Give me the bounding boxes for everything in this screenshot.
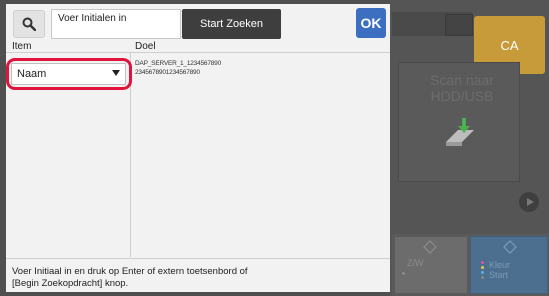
doel-value: DAP_SERVER_1_1234567890 2345678901234567… xyxy=(135,59,221,77)
initials-input[interactable]: Voer Initialen in xyxy=(51,9,181,39)
play-icon xyxy=(527,198,534,206)
search-button[interactable] xyxy=(13,10,45,38)
cyan-dot xyxy=(481,271,484,274)
item-column-header: Item xyxy=(12,41,32,52)
ok-button[interactable]: OK xyxy=(356,8,386,38)
magenta-dot xyxy=(481,261,484,264)
color-start-label: Kleur Start xyxy=(489,260,510,280)
yellow-dot xyxy=(481,266,484,269)
color-start-label-line2: Start xyxy=(489,270,509,280)
doel-column-header: Doel xyxy=(135,41,156,52)
initials-placeholder: Voer Initialen in xyxy=(58,13,127,24)
header-divider xyxy=(6,52,390,53)
search-icon xyxy=(22,17,36,31)
top-bar-segment xyxy=(445,14,473,36)
diamond-start-icon xyxy=(503,240,517,254)
dropdown-highlight xyxy=(6,58,132,90)
screen: CA Scan naar HDD/USB Z/W Kleur Start Voe… xyxy=(0,0,549,296)
start-search-button[interactable]: Start Zoeken xyxy=(182,9,281,39)
scan-to-hdd-icon xyxy=(446,118,474,146)
footer-divider xyxy=(6,258,390,259)
bw-start-label: Z/W xyxy=(407,258,424,268)
hint-text: Voer Initiaal in en druk op Enter of ext… xyxy=(12,266,248,289)
doel-line-1: DAP_SERVER_1_1234567890 xyxy=(135,60,221,67)
initials-search-dialog: Voer Initialen in Start Zoeken OK Item D… xyxy=(6,4,390,292)
diamond-start-icon xyxy=(423,240,437,254)
scan-tile-label: Scan naar HDD/USB xyxy=(430,72,494,104)
black-dot xyxy=(481,276,484,279)
color-start-label-line1: Kleur xyxy=(489,260,511,270)
bw-dot xyxy=(402,272,405,275)
doel-line-2: 2345678901234567890 xyxy=(135,69,200,76)
